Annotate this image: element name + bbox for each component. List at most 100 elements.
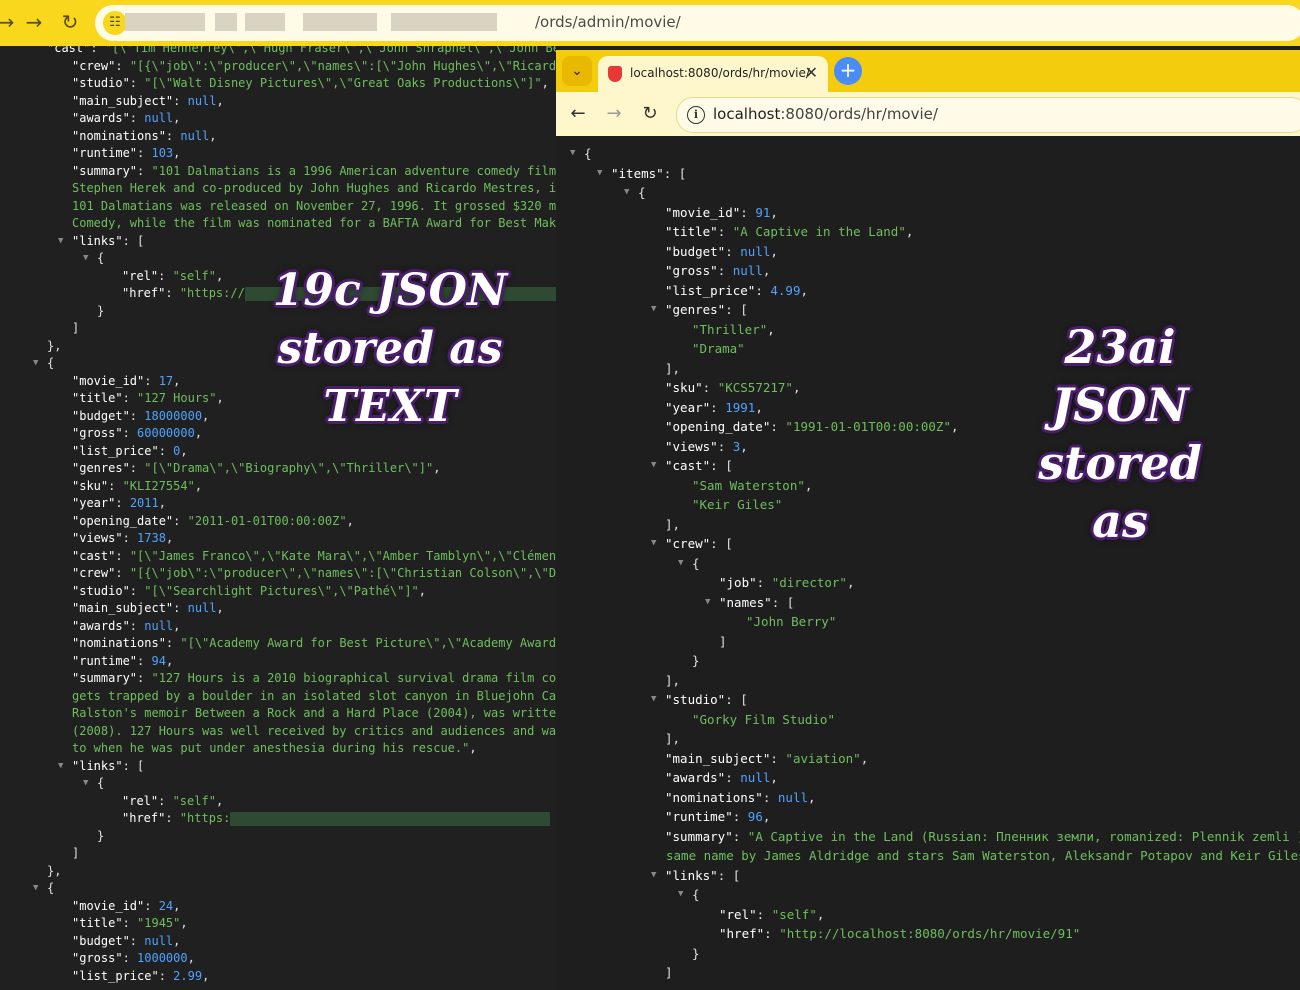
json-line: "title": "A Captive in the Land", [665,222,913,242]
forward-arrow-icon[interactable]: → [20,8,48,36]
expand-triangle-icon[interactable]: ▼ [58,233,69,250]
expand-triangle-icon[interactable]: ▼ [58,758,69,775]
json-punct: { [638,185,646,200]
json-key: "studio" [72,76,130,90]
json-punct: , [762,263,771,278]
chevron-down-icon[interactable]: ⌄ [562,56,592,86]
expand-triangle-icon[interactable]: ▼ [651,300,662,320]
browser-tab[interactable]: localhost:8080/ords/hr/movie/ ✕ [598,56,828,92]
reload-icon[interactable]: ↻ [56,8,84,36]
forward-arrow-icon[interactable]: → [600,100,628,128]
expand-triangle-icon[interactable]: ▼ [651,690,662,710]
json-line: "list_price": 2.99, [72,968,209,985]
expand-triangle-icon[interactable]: ▼ [570,144,581,164]
new-tab-button[interactable]: + [834,57,862,85]
json-line: "main_subject": "aviation", [665,749,868,769]
expand-triangle-icon[interactable]: ▼ [624,183,635,203]
json-line: "title": "127 Hours", [72,390,224,407]
json-number: 4.99 [770,282,801,298]
json-key: "awards" [72,111,130,125]
json-line: "John Berry" [746,612,836,632]
json-punct: , [770,243,778,259]
json-line: }, [47,338,61,355]
right-json-viewer: ▼ {▼ "items": [▼ {"movie_id": 91, "title"… [556,136,1300,990]
close-icon[interactable]: ✕ [805,63,818,82]
json-punct: : [165,811,180,825]
json-punct: : [158,443,174,458]
expand-triangle-icon[interactable]: ▼ [651,456,662,476]
json-punct: : [725,243,741,259]
json-line: "list_price": 0, [72,443,188,460]
json-punct: , [469,741,477,755]
right-url[interactable]: localhost:8080/ords/hr/movie/ [713,105,938,123]
json-punct: : [ [725,692,748,707]
expand-triangle-icon[interactable]: ▼ [651,866,662,886]
json-string: "Sam Waterston" [692,477,805,493]
json-string: "Gorky Film Studio" [692,711,835,727]
json-punct: , [173,146,181,160]
json-key: "nominations" [72,128,166,143]
json-punct: , [209,128,217,143]
expand-triangle-icon[interactable]: ▼ [651,534,662,554]
json-punct: : [ [710,458,733,473]
expand-triangle-icon[interactable]: ▼ [678,885,689,905]
expand-triangle-icon[interactable]: ▼ [33,355,44,372]
json-key: "opening_date" [665,419,771,434]
json-string: "self" [172,268,216,283]
left-url-path[interactable]: /ords/admin/movie/ [535,13,681,31]
json-punct: : [137,146,152,160]
tune-icon[interactable]: ☷ [103,11,127,35]
json-string: "[\"James Franco\",\"Kate Mara\",\"Amber… [129,548,556,563]
expand-triangle-icon[interactable]: ▼ [705,593,716,613]
json-punct: } [692,945,700,961]
json-line: "runtime": 94, [72,653,173,670]
json-punct: , [173,898,181,913]
expand-triangle-icon[interactable]: ▼ [597,164,608,184]
json-punct: , [740,438,748,454]
json-key: "href" [122,811,166,825]
json-line: "views": 3, [665,437,748,457]
json-punct: , [846,575,855,590]
json-number: null [740,770,771,785]
annotation-line: 19c JSON [272,265,508,316]
json-punct: : [173,601,188,615]
json-line: ▼ "cast": [ [651,456,733,476]
json-line: "href": "https: [122,810,551,827]
reload-icon[interactable]: ↻ [636,100,664,128]
json-punct: : [ [771,594,795,610]
json-punct: : [122,531,138,545]
back-arrow-icon[interactable]: ← [564,100,592,128]
json-number: 18000000 [144,408,203,423]
json-key: "studio" [665,692,726,707]
json-key: "title" [72,391,123,405]
json-line: "runtime": 103, [72,145,180,162]
redacted-host [391,13,497,31]
json-string: "[{\"job\":\"producer\",\"names\":[\"Joh… [129,58,556,73]
expand-triangle-icon[interactable]: ▼ [33,880,44,897]
json-punct: { [47,881,55,895]
json-line: ▼ "links": [ [58,758,145,775]
json-punct: : [ [122,758,145,773]
expand-triangle-icon[interactable]: ▼ [83,250,94,267]
json-key: "nominations" [665,789,763,805]
back-arrow-icon[interactable]: → [0,8,20,36]
json-line: "movie_id": 91, [665,203,778,223]
json-key: "runtime" [72,146,138,160]
expand-triangle-icon[interactable]: ▼ [678,554,689,574]
json-key: "views" [665,438,718,454]
json-string: "2011-01-01T00:00:00Z" [187,513,347,528]
json-punct: , [792,380,801,395]
json-punct: : [770,750,786,766]
json-key: "budget" [72,408,130,423]
expand-triangle-icon[interactable]: ▼ [83,775,94,792]
json-key: "runtime" [665,809,733,824]
json-line: "views": 1738, [72,530,173,547]
info-icon[interactable]: i [687,106,705,124]
json-punct: ], [665,672,681,688]
json-line: ▼ { [83,250,104,267]
json-punct: : [ [710,536,733,551]
json-punct: : [137,671,152,685]
left-address-bar[interactable]: ☷ /ords/admin/movie/ [95,5,1300,41]
json-line: } [97,828,104,845]
right-address-bar[interactable]: i localhost:8080/ords/hr/movie/ [676,97,1300,133]
